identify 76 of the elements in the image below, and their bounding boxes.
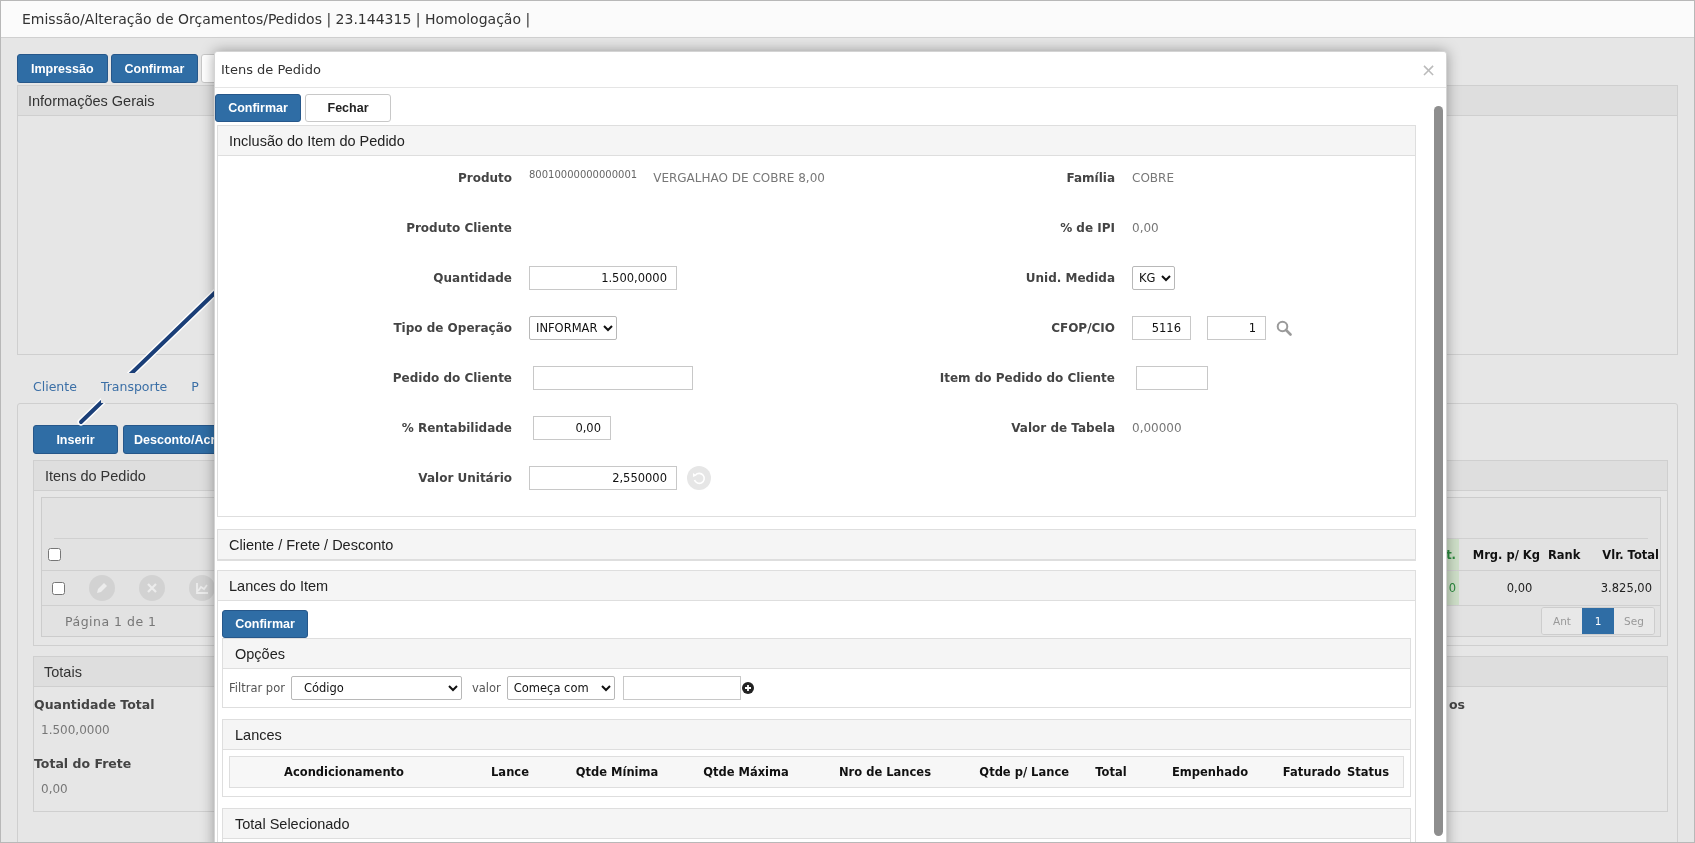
toolbar-button[interactable]: Confirmar bbox=[110, 54, 199, 83]
input-field[interactable]: 5116 bbox=[1132, 316, 1191, 340]
checkbox[interactable] bbox=[48, 548, 61, 561]
panel-header: Total Selecionado bbox=[223, 809, 1410, 839]
panel-header: Cliente / Frete / Desconto bbox=[218, 530, 1415, 560]
field-label: Quantidade Total bbox=[34, 697, 155, 712]
field-value: 0,00000 bbox=[1132, 421, 1182, 435]
select-field[interactable]: Código bbox=[290, 676, 462, 700]
select-field[interactable]: KG bbox=[1132, 266, 1175, 290]
input-field[interactable] bbox=[1136, 366, 1208, 390]
confirm-button[interactable]: Confirmar bbox=[222, 610, 308, 638]
column-header: Qtde Mínima bbox=[574, 764, 660, 781]
field-label: Valor Unitário bbox=[417, 470, 512, 487]
field-value: 1.500,0000 bbox=[41, 723, 111, 737]
column-header: Lance bbox=[490, 764, 530, 781]
dialog-button[interactable]: Confirmar bbox=[215, 94, 301, 122]
column-header: Qtde p/ Lance bbox=[978, 764, 1070, 781]
input-field[interactable]: 2,550000 bbox=[529, 466, 677, 490]
add-icon[interactable] bbox=[741, 682, 754, 694]
column-header: Status bbox=[1346, 764, 1391, 781]
panel-header: Lances do Item bbox=[218, 571, 1415, 601]
panel-header: Opções bbox=[223, 639, 1410, 669]
field-label: % de IPI bbox=[1059, 220, 1115, 237]
checkbox[interactable] bbox=[52, 581, 65, 595]
tab[interactable]: Transporte bbox=[100, 373, 168, 403]
field-label: Item do Pedido do Cliente bbox=[938, 370, 1115, 387]
field-label: Valor de Tabela bbox=[1010, 420, 1115, 437]
select-field[interactable]: INFORMAR bbox=[529, 316, 617, 340]
field-label: Total do Frete bbox=[34, 756, 133, 771]
product-code: 80010000000000001 bbox=[529, 168, 638, 180]
column-header: Rank bbox=[1547, 546, 1582, 564]
column-header: Faturado bbox=[1281, 764, 1342, 781]
field-label: Quantidade bbox=[432, 270, 512, 287]
edit-icon[interactable] bbox=[89, 575, 115, 601]
column-header: Mrg. p/ Kg bbox=[1471, 546, 1541, 564]
column-header: Qtde Máxima bbox=[702, 764, 790, 781]
dialog-title: Itens de Pedido bbox=[221, 62, 321, 77]
search-field[interactable] bbox=[622, 676, 741, 700]
column-header: Empenhado bbox=[1170, 764, 1250, 781]
page-info: Página 1 de 1 bbox=[64, 613, 157, 629]
field-value: COBRE bbox=[1132, 171, 1174, 185]
chart-icon[interactable] bbox=[189, 575, 215, 601]
input-field[interactable]: 0,00 bbox=[533, 416, 611, 440]
select-field[interactable]: Começa com bbox=[506, 676, 615, 700]
field-label: CFOP/CIO bbox=[1050, 320, 1115, 337]
column-header: Nro de Lances bbox=[838, 764, 932, 781]
field-label: Família bbox=[1065, 170, 1115, 187]
table-cell-text: 3.825,00 bbox=[1599, 580, 1653, 597]
column-header: Vlr. Total bbox=[1601, 546, 1660, 564]
field-value: 0,00 bbox=[41, 782, 69, 796]
input-field[interactable] bbox=[533, 366, 693, 390]
input-field[interactable]: 1 bbox=[1207, 316, 1266, 340]
action-button[interactable]: Inserir bbox=[33, 425, 118, 454]
panel-header: Lances bbox=[223, 720, 1410, 750]
field-label: Pedido do Cliente bbox=[391, 370, 512, 387]
window-title: Emissão/Alteração de Orçamentos/Pedidos | 23.144315 | Homologação | bbox=[1, 1, 1694, 38]
dialog-button[interactable]: Fechar bbox=[305, 94, 391, 122]
field-label: Produto bbox=[456, 170, 512, 187]
table-cell-text: 0,00 bbox=[1505, 580, 1534, 597]
field-label: os bbox=[1448, 697, 1465, 714]
field-value: VERGALHAO DE COBRE 8,00 bbox=[653, 171, 825, 185]
delete-icon[interactable] bbox=[139, 575, 165, 601]
column-header: Acondicionamento bbox=[283, 764, 405, 781]
field-label: Tipo de Operação bbox=[392, 320, 512, 337]
input-field[interactable]: 1.500,0000 bbox=[529, 266, 677, 290]
field-label: Produto Cliente bbox=[405, 220, 512, 237]
column-header: Total bbox=[1094, 764, 1128, 781]
field-label: % Rentabilidade bbox=[400, 420, 512, 437]
refresh-icon[interactable] bbox=[687, 466, 711, 490]
page-button[interactable]: 1 bbox=[1582, 608, 1614, 634]
scrollbar[interactable] bbox=[1433, 106, 1443, 836]
panel-header: Inclusão do Item do Pedido bbox=[218, 126, 1415, 156]
field-value: 0,00 bbox=[1132, 221, 1159, 235]
search-icon[interactable] bbox=[1276, 320, 1292, 336]
toolbar-button[interactable]: Impressão bbox=[17, 54, 108, 83]
field-label: Unid. Medida bbox=[1024, 270, 1115, 287]
